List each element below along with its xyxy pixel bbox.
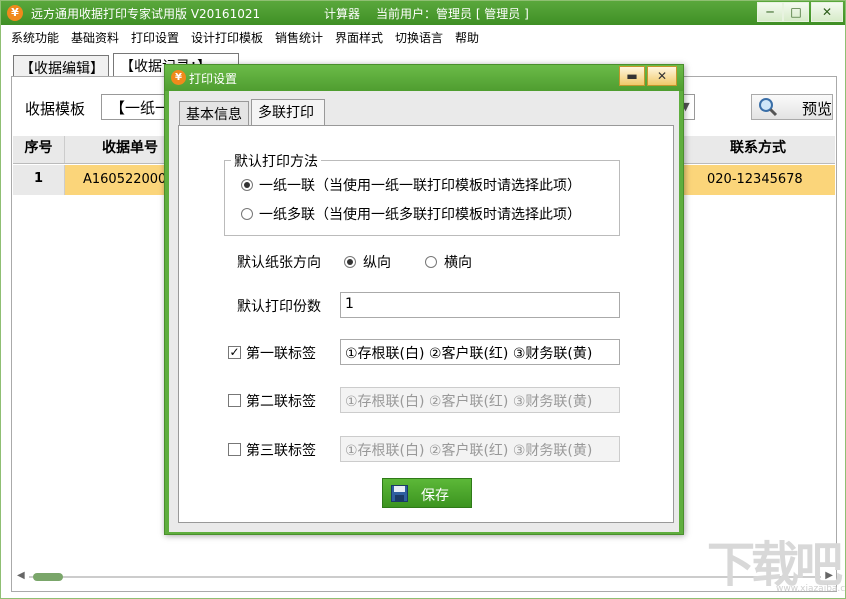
print-settings-dialog: ¥ 打印设置 ▬ ✕ 基本信息 多联打印 默认打印方法 一纸一联（当使用一纸一联… [164,64,684,535]
calculator-link[interactable]: 计算器 [324,5,360,22]
print-method-group: 默认打印方法 一纸一联（当使用一纸一联打印模板时请选择此项） 一纸多联（当使用一… [224,151,620,236]
tab-receipt-edit[interactable]: 【收据编辑】 [13,55,109,77]
column-header[interactable]: 联系方式 [683,136,833,163]
label1-label[interactable]: 第一联标签 [246,343,316,363]
label1-input[interactable]: ①存根联(白) ②客户联(红) ③财务联(黄) [340,339,620,365]
method-single-label[interactable]: 一纸一联（当使用一纸一联打印模板时请选择此项） [259,175,581,195]
method-multi-radio[interactable] [241,208,253,220]
save-button[interactable]: 保存 [382,478,472,508]
minimize-button[interactable]: ─ [757,2,783,22]
row-number: 1 [13,165,65,195]
paper-orientation-label: 默认纸张方向 [237,255,321,271]
app-window: ¥ 远方通用收据打印专家试用版 V20161021 计算器 当前用户：管理员 [… [0,0,846,599]
portrait-label[interactable]: 纵向 [363,252,391,272]
menu-sales-stats[interactable]: 销售统计 [275,29,323,46]
dialog-logo-icon: ¥ [171,70,186,85]
print-method-legend: 默认打印方法 [231,151,321,171]
label3-checkbox[interactable] [228,443,241,456]
label3-input: ①存根联(白) ②客户联(红) ③财务联(黄) [340,436,620,462]
title-bar: ¥ 远方通用收据打印专家试用版 V20161021 计算器 当前用户：管理员 [… [1,1,845,25]
menu-system[interactable]: 系统功能 [11,29,59,46]
dialog-close-button[interactable]: ✕ [647,66,677,86]
floppy-disk-icon [391,485,408,502]
portrait-radio[interactable] [344,256,356,268]
label2-checkbox[interactable] [228,394,241,407]
dialog-title: 打印设置 [189,72,238,86]
dialog-minimize-button[interactable]: ▬ [619,66,645,86]
scroll-track[interactable] [29,576,821,578]
tab-basic-info[interactable]: 基本信息 [179,101,249,125]
template-select[interactable]: 【一纸一 [101,94,171,120]
copies-input[interactable]: 1 [340,292,620,318]
column-header[interactable]: 序号 [13,136,65,163]
app-logo-icon: ¥ [7,5,23,21]
preview-label: 预览 [802,100,833,118]
menu-print-settings[interactable]: 打印设置 [131,29,179,46]
label3-label[interactable]: 第三联标签 [246,440,316,460]
menu-ui-style[interactable]: 界面样式 [335,29,383,46]
menu-bar: 系统功能 基础资料 打印设置 设计打印模板 销售统计 界面样式 切换语言 帮助 [1,26,845,46]
app-title: 远方通用收据打印专家试用版 V20161021 [31,7,261,21]
copies-label: 默认打印份数 [237,299,321,315]
scroll-thumb[interactable] [33,573,63,581]
maximize-button[interactable]: □ [783,2,809,22]
method-multi-label[interactable]: 一纸多联（当使用一纸多联打印模板时请选择此项） [259,204,581,224]
save-label: 保存 [421,488,449,504]
label2-label[interactable]: 第二联标签 [246,391,316,411]
multi-copy-panel: 默认打印方法 一纸一联（当使用一纸一联打印模板时请选择此项） 一纸多联（当使用一… [178,125,674,523]
menu-language[interactable]: 切换语言 [395,29,443,46]
template-label: 收据模板 [25,100,86,118]
label2-input: ①存根联(白) ②客户联(红) ③财务联(黄) [340,387,620,413]
contact-cell[interactable]: 020-12345678 [707,165,803,195]
current-user-label: 当前用户：管理员 [ 管理员 ] [376,7,529,21]
dialog-title-bar[interactable]: ¥ 打印设置 ▬ ✕ [165,65,683,91]
landscape-radio[interactable] [425,256,437,268]
preview-button[interactable]: 预览 [751,94,833,120]
method-single-radio[interactable] [241,179,253,191]
watermark-url: www.xiazaiba.com [776,584,846,594]
landscape-label[interactable]: 横向 [444,252,472,272]
magnifier-icon [759,98,778,117]
menu-help[interactable]: 帮助 [455,29,479,46]
menu-design-template[interactable]: 设计打印模板 [191,29,263,46]
dialog-body: 基本信息 多联打印 默认打印方法 一纸一联（当使用一纸一联打印模板时请选择此项）… [169,91,679,532]
scroll-left-icon[interactable]: ◀ [17,570,25,581]
receipt-number-cell[interactable]: A160522000 [83,165,166,195]
tab-multi-copy-print[interactable]: 多联打印 [251,99,325,126]
menu-basic-data[interactable]: 基础资料 [71,29,119,46]
label1-checkbox[interactable]: ✓ [228,346,241,359]
close-button[interactable]: ✕ [811,2,843,22]
